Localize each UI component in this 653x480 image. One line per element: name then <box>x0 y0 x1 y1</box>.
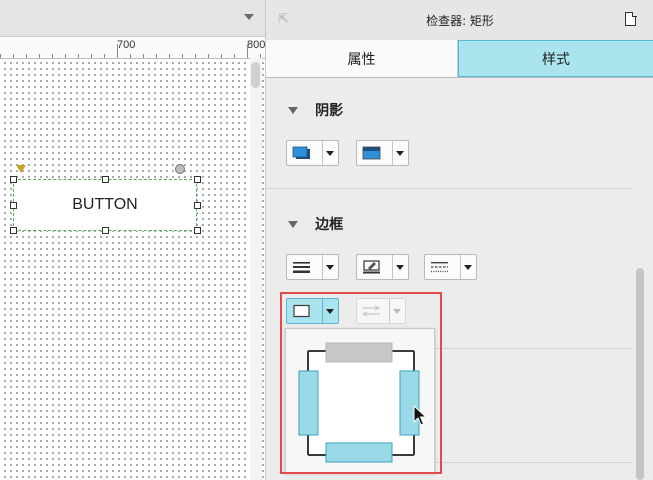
collapse-arrow-icon[interactable] <box>288 221 298 228</box>
resize-handle-bottom-left[interactable] <box>10 227 17 234</box>
outer-shadow-icon <box>292 146 310 159</box>
section-divider <box>436 462 632 463</box>
tab-style[interactable]: 样式 <box>458 40 653 77</box>
tab-properties[interactable]: 属性 <box>266 40 458 77</box>
shadow-section-header[interactable]: 阴影 <box>288 100 343 120</box>
line-style-button[interactable] <box>424 254 477 280</box>
button-widget-label: BUTTON <box>72 196 138 213</box>
line-color-button[interactable] <box>356 254 409 280</box>
section-divider <box>266 188 632 189</box>
canvas-scrollbar-track[interactable] <box>250 58 262 480</box>
rotation-handle[interactable] <box>175 164 185 174</box>
corner-radius-handle-icon[interactable] <box>16 165 26 173</box>
inner-shadow-icon <box>362 146 381 160</box>
canvas-scrollbar-thumb[interactable] <box>251 62 260 88</box>
collapse-arrow-icon[interactable] <box>288 107 298 114</box>
inspector-header: ⇱ 检查器: 矩形 <box>266 0 653 41</box>
resize-handle-right[interactable] <box>194 202 201 209</box>
document-icon[interactable] <box>625 11 637 26</box>
ruler-label-700: 700 <box>117 39 136 51</box>
section-divider <box>436 348 632 349</box>
ruler-tick-major <box>117 44 118 58</box>
resize-handle-top-right[interactable] <box>194 176 201 183</box>
ruler-label-800: 800 <box>247 39 265 51</box>
line-weight-dropdown-icon[interactable] <box>322 255 338 279</box>
inspector-title: 检查器: 矩形 <box>426 14 494 28</box>
canvas-topbar <box>0 0 265 37</box>
ruler-tick-major <box>247 44 248 58</box>
inner-shadow-dropdown-icon[interactable] <box>392 141 408 165</box>
design-canvas[interactable]: 700 800 BUTTON <box>0 0 265 480</box>
outer-shadow-button[interactable] <box>286 140 339 166</box>
line-color-dropdown-icon[interactable] <box>392 255 408 279</box>
resize-handle-top-left[interactable] <box>10 176 17 183</box>
line-weight-button[interactable] <box>286 254 339 280</box>
highlight-annotation-box <box>280 292 442 474</box>
page-dropdown-icon[interactable] <box>244 14 254 20</box>
mouse-cursor-icon <box>413 405 427 426</box>
inspector-tabs: 属性 样式 <box>266 40 653 78</box>
outer-shadow-dropdown-icon[interactable] <box>322 141 338 165</box>
line-style-dropdown-icon[interactable] <box>460 255 476 279</box>
shadow-section-title: 阴影 <box>315 103 344 119</box>
line-style-icon <box>431 262 448 273</box>
resize-handle-bottom-right[interactable] <box>194 227 201 234</box>
horizontal-ruler: 700 800 <box>0 37 265 59</box>
inspector-scrollbar-thumb[interactable] <box>636 268 644 480</box>
border-section-title: 边框 <box>315 217 344 233</box>
resize-handle-left[interactable] <box>10 202 17 209</box>
canvas-grid <box>0 58 265 480</box>
line-color-icon <box>363 260 380 274</box>
resize-handle-bottom[interactable] <box>102 227 109 234</box>
button-widget[interactable]: BUTTON <box>13 179 197 231</box>
resize-handle-top[interactable] <box>102 176 109 183</box>
border-section-header[interactable]: 边框 <box>288 214 343 234</box>
inner-shadow-button[interactable] <box>356 140 409 166</box>
line-weight-icon <box>293 262 310 273</box>
